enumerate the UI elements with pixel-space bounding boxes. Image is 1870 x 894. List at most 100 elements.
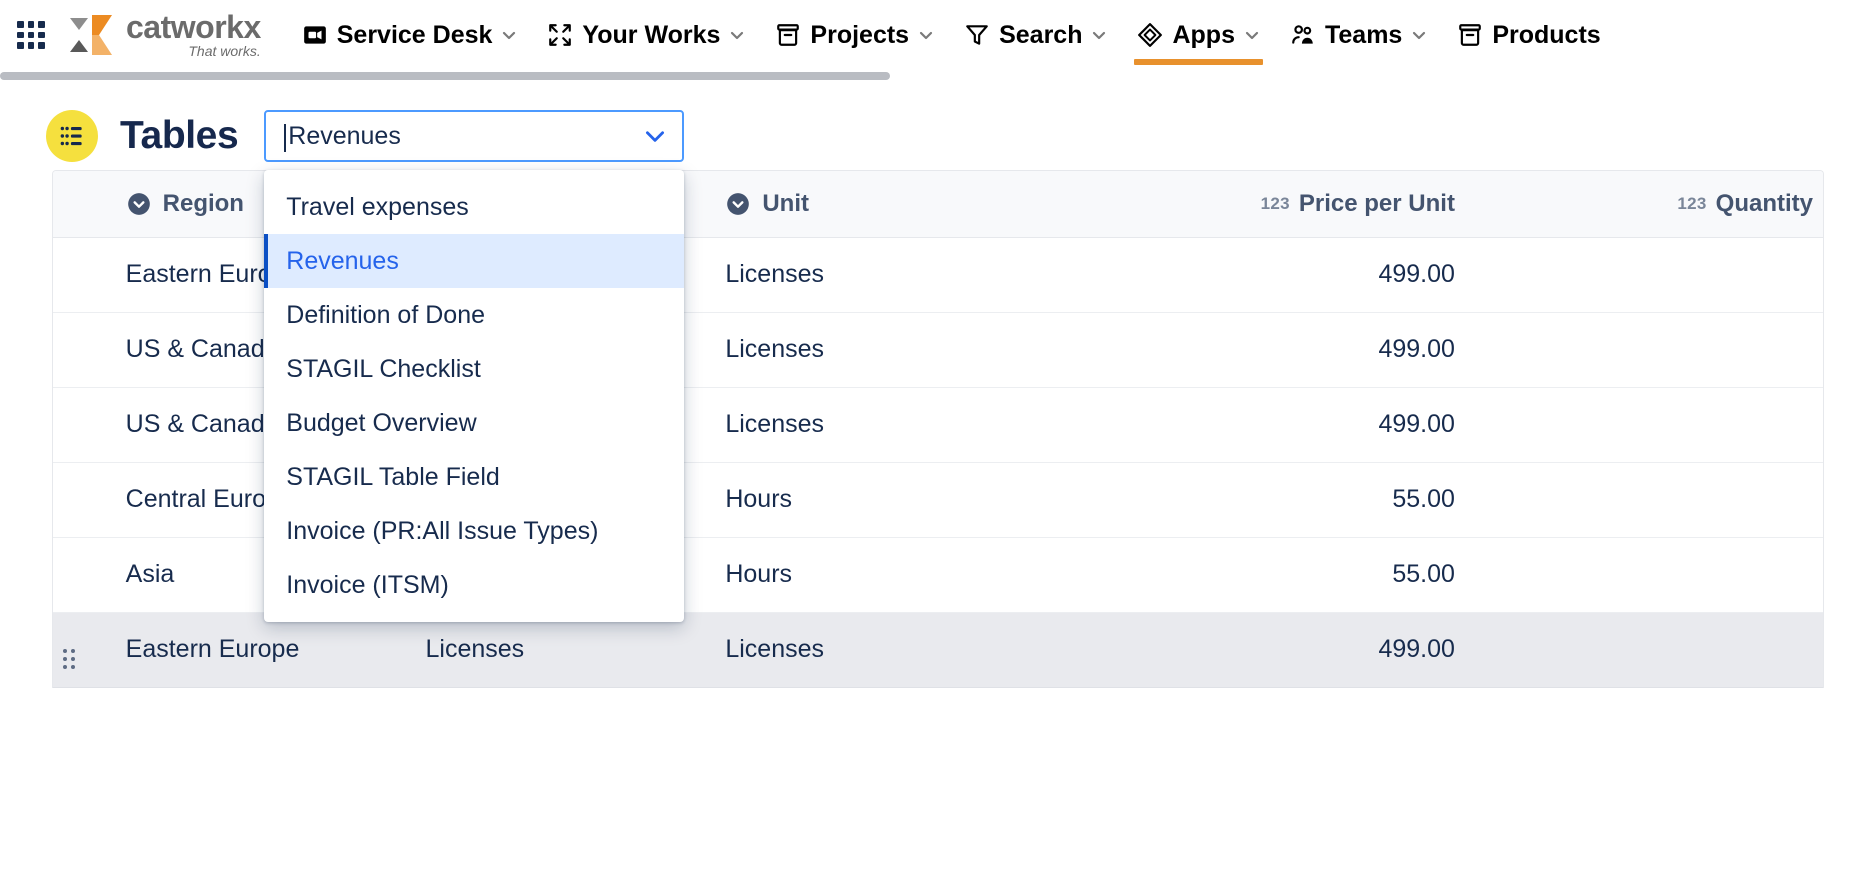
dropdown-option-invoice-pr-all-issue-types[interactable]: Invoice (PR:All Issue Types): [264, 504, 684, 558]
cell-unit[interactable]: Licenses: [715, 387, 1051, 463]
dropdown-option-stagil-table-field[interactable]: STAGIL Table Field: [264, 450, 684, 504]
project-box-icon: [777, 24, 800, 46]
table-selector: Revenues Travel expenses Revenues Defini…: [264, 110, 685, 622]
cell-price[interactable]: 55.00: [1050, 462, 1465, 538]
option-label: Revenues: [286, 246, 399, 275]
nav-label: Search: [999, 20, 1083, 49]
option-label: STAGIL Checklist: [286, 354, 481, 383]
product-box-icon: [1459, 24, 1482, 46]
row-drag-cell[interactable]: [53, 237, 116, 313]
table-select-dropdown: Travel expenses Revenues Definition of D…: [264, 170, 685, 622]
option-label: Invoice (PR:All Issue Types): [286, 516, 599, 545]
cell-quantity[interactable]: [1464, 537, 1823, 613]
table-row-selected[interactable]: Eastern Europe Licenses Licenses 499.00: [53, 612, 1823, 688]
text-cursor: [284, 124, 286, 152]
dropdown-option-revenues[interactable]: Revenues: [264, 234, 685, 288]
option-label: Budget Overview: [286, 408, 477, 437]
column-header-price-per-unit[interactable]: 123 Price per Unit: [1050, 171, 1465, 238]
option-label: Travel expenses: [286, 192, 469, 221]
dropdown-option-stagil-checklist[interactable]: STAGIL Checklist: [264, 342, 684, 396]
dropdown-option-invoice-itsm[interactable]: Invoice (ITSM): [264, 558, 684, 612]
nav-label: Products: [1492, 20, 1601, 49]
option-label: Invoice (ITSM): [286, 570, 449, 599]
chevron-down-icon: [503, 31, 516, 40]
cell-price[interactable]: 499.00: [1050, 612, 1465, 688]
cell-unit[interactable]: Hours: [715, 462, 1051, 538]
cell-unit[interactable]: Licenses: [715, 312, 1051, 388]
nav-item-apps[interactable]: Apps: [1122, 0, 1275, 70]
nav-label: Service Desk: [336, 20, 493, 49]
chevron-down-icon: [1245, 31, 1259, 40]
expand-arrows-icon: [549, 24, 572, 46]
number-type-badge: 123: [1260, 193, 1290, 213]
row-drag-cell[interactable]: [53, 537, 116, 613]
cell-quantity[interactable]: [1464, 237, 1823, 313]
nav-item-products[interactable]: Products: [1442, 0, 1615, 70]
chevron-down-icon: [1093, 31, 1106, 40]
page-header: Tables Revenues Travel expenses Revenues…: [0, 82, 1870, 622]
chevron-circle-down-icon: [127, 192, 150, 215]
column-label: Price per Unit: [1298, 189, 1455, 217]
cell-unit[interactable]: Licenses: [715, 237, 1051, 313]
cell-product[interactable]: Licenses: [415, 612, 716, 688]
chevron-down-icon: [1413, 31, 1426, 40]
cell-price[interactable]: 499.00: [1050, 387, 1465, 463]
nav-label: Apps: [1172, 20, 1235, 49]
table-select-input[interactable]: Revenues: [264, 110, 685, 162]
cell-unit[interactable]: Licenses: [715, 612, 1051, 688]
chevron-down-icon: [731, 31, 744, 40]
cell-quantity[interactable]: [1464, 612, 1823, 688]
horizontal-scrollbar[interactable]: [0, 70, 1870, 82]
tables-list-icon: [46, 110, 98, 162]
column-header-quantity[interactable]: 123 Quantity: [1464, 171, 1823, 238]
column-label: Unit: [762, 189, 809, 217]
catworkx-mark-icon: [70, 14, 112, 55]
people-group-icon: [1292, 25, 1313, 44]
column-label: Region: [162, 189, 244, 217]
cell-region[interactable]: Eastern Europe: [115, 612, 416, 688]
number-type-badge: 123: [1677, 193, 1707, 213]
column-header-handle: [53, 171, 116, 238]
column-label: Quantity: [1715, 189, 1813, 217]
nav-item-teams[interactable]: Teams: [1275, 0, 1442, 70]
cell-price[interactable]: 499.00: [1050, 237, 1465, 313]
brand-tagline: That works.: [188, 42, 261, 59]
list-glyph-icon: [60, 126, 82, 146]
page-title: Tables: [120, 114, 239, 157]
cell-price[interactable]: 499.00: [1050, 312, 1465, 388]
column-header-unit[interactable]: Unit: [715, 171, 1051, 238]
cell-price[interactable]: 55.00: [1050, 537, 1465, 613]
grid-apps-icon[interactable]: [14, 18, 48, 52]
chevron-circle-down-icon: [727, 192, 750, 215]
diamond-apps-icon: [1138, 23, 1163, 47]
dropdown-option-travel-expenses[interactable]: Travel expenses: [264, 180, 684, 234]
nav-item-your-works[interactable]: Your Works: [532, 0, 760, 70]
chevron-down-icon: [919, 31, 933, 40]
cell-quantity[interactable]: [1464, 462, 1823, 538]
horizontal-scrollbar-thumb[interactable]: [0, 72, 890, 80]
cell-unit[interactable]: Hours: [715, 537, 1051, 613]
table-select-value: Revenues: [288, 121, 401, 150]
nav-item-projects[interactable]: Projects: [760, 0, 949, 70]
nav-item-search[interactable]: Search: [949, 0, 1122, 70]
row-drag-cell[interactable]: [53, 312, 116, 388]
cell-quantity[interactable]: [1464, 387, 1823, 463]
option-label: Definition of Done: [286, 300, 485, 329]
chevron-down-icon[interactable]: [642, 123, 668, 149]
row-drag-cell[interactable]: [53, 462, 116, 538]
row-drag-cell[interactable]: [53, 612, 116, 688]
filter-funnel-icon: [966, 25, 988, 45]
brand-name: catworkx: [126, 8, 261, 45]
nav-item-service-desk[interactable]: Service Desk: [287, 0, 533, 70]
dropdown-option-budget-overview[interactable]: Budget Overview: [264, 396, 684, 450]
catworkx-logo[interactable]: catworkx That works.: [68, 11, 261, 59]
nav-label: Teams: [1324, 20, 1403, 49]
option-label: STAGIL Table Field: [286, 462, 500, 491]
drag-handle-icon[interactable]: [63, 648, 75, 669]
dropdown-option-definition-of-done[interactable]: Definition of Done: [264, 288, 684, 342]
cell-quantity[interactable]: [1464, 312, 1823, 388]
nav-label: Your Works: [582, 20, 721, 49]
nav-label: Projects: [810, 20, 910, 49]
row-drag-cell[interactable]: [53, 387, 116, 463]
service-desk-icon: [303, 26, 326, 44]
